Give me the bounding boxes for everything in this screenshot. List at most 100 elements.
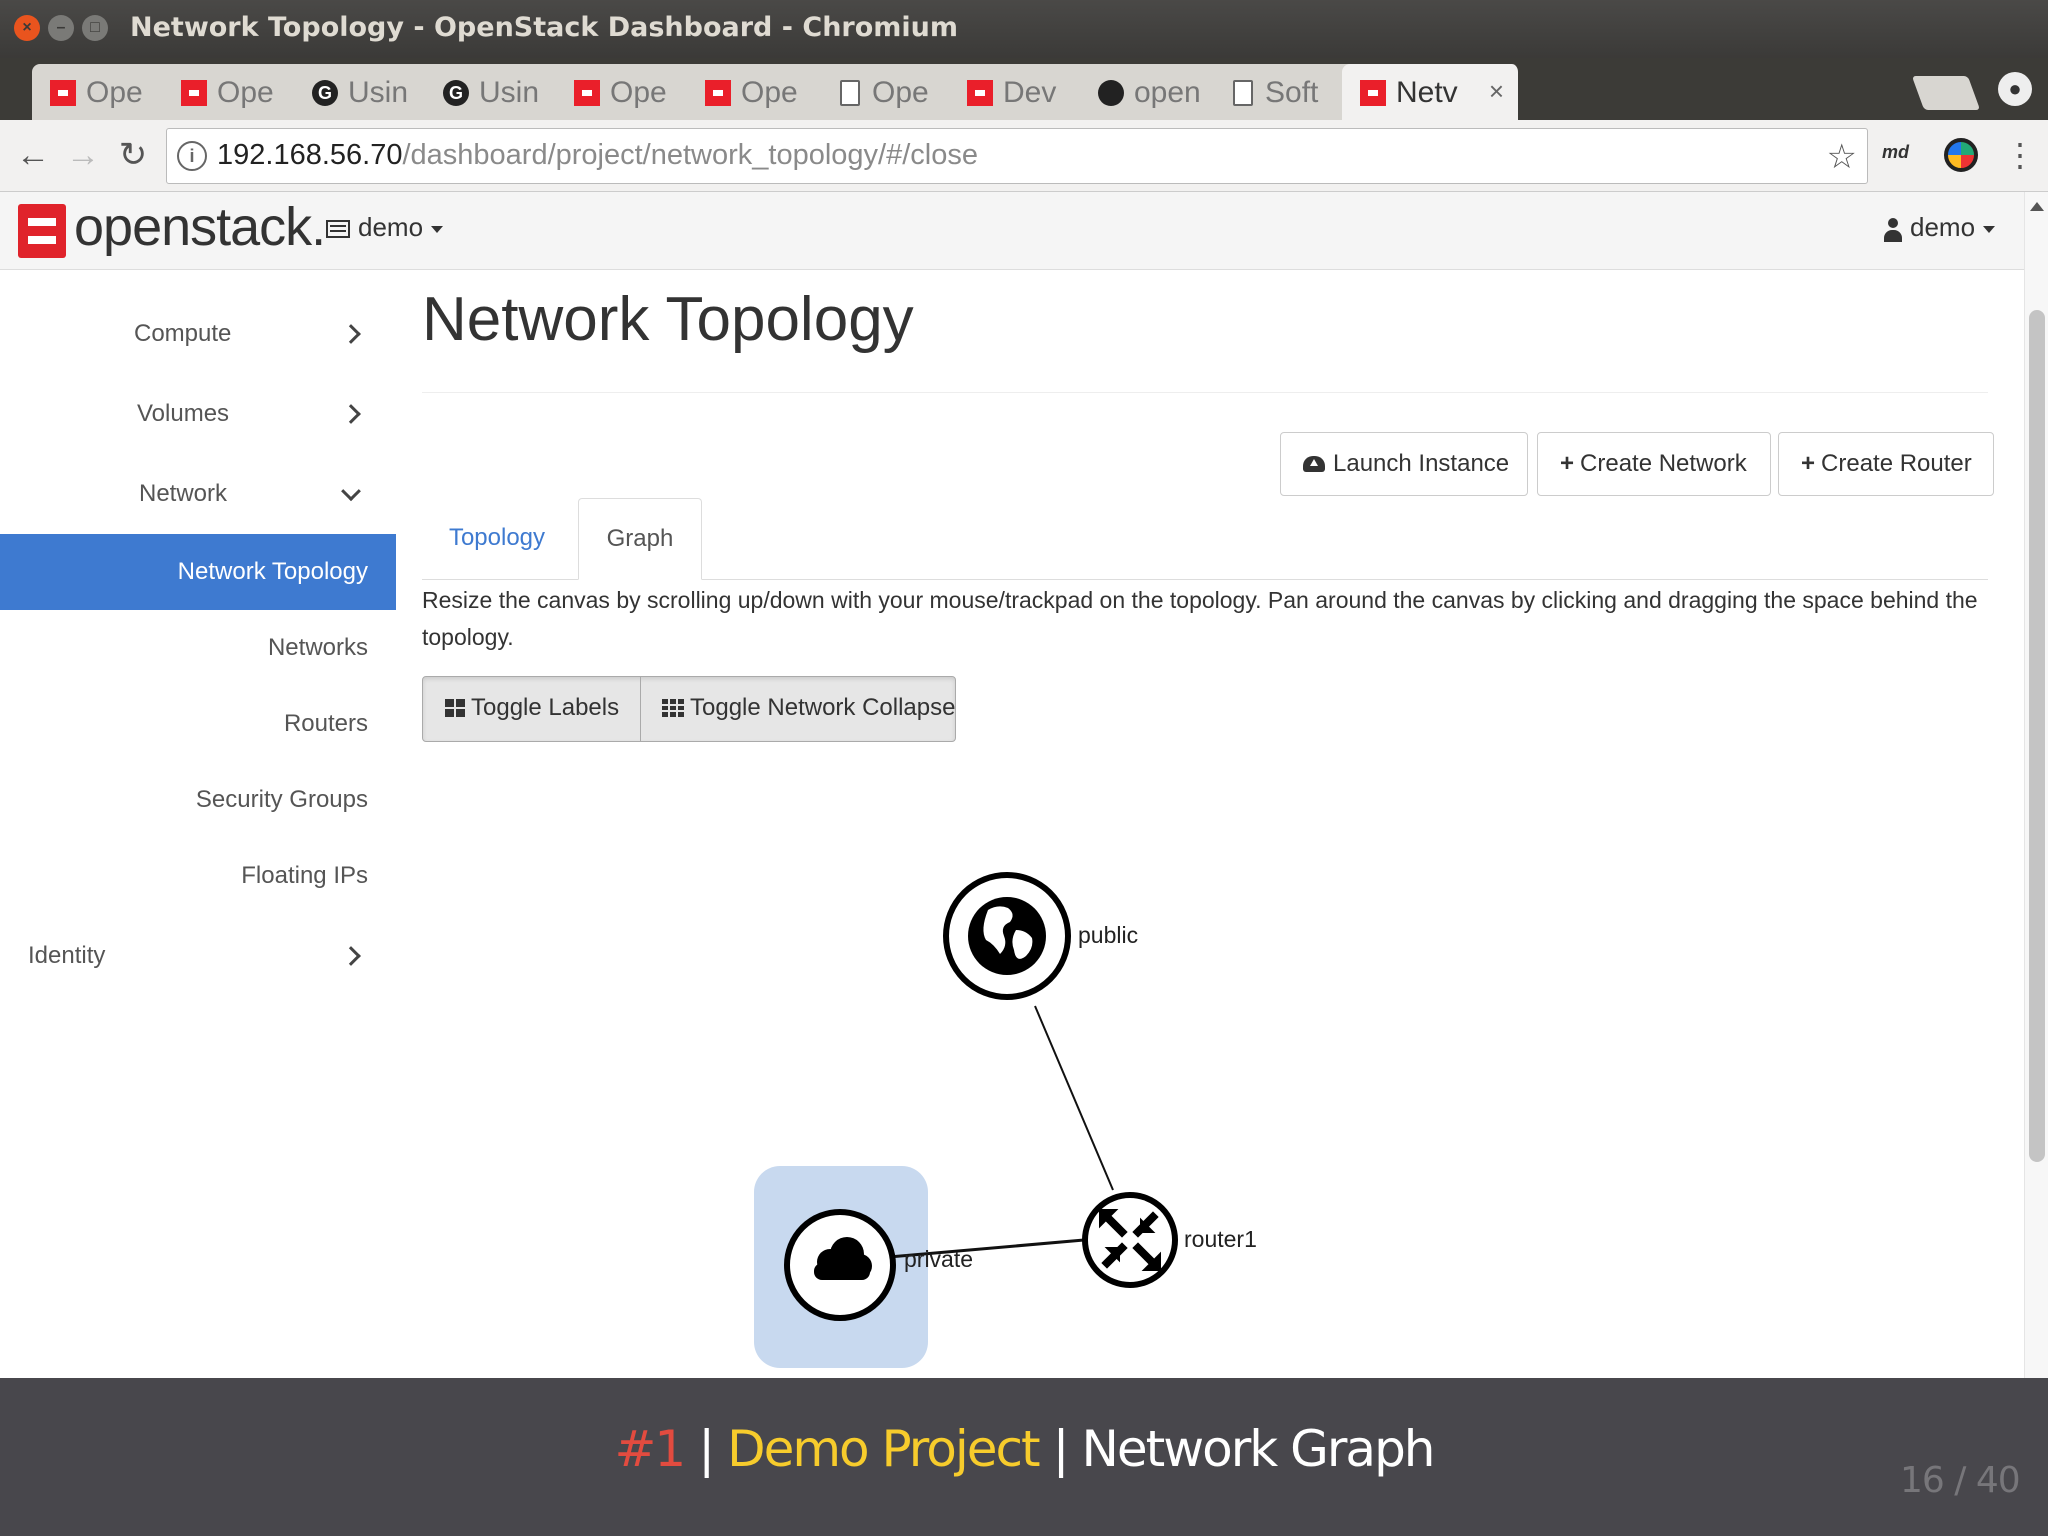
g-icon: G [443, 80, 469, 106]
main-content: Network Topology Launch Instance + Create… [396, 270, 2024, 1378]
project-icon [326, 220, 350, 238]
reload-icon: ↻ [118, 136, 148, 174]
tab-label: Ope [741, 76, 798, 109]
sidebar-item-routers[interactable]: Routers [0, 686, 396, 762]
node-public[interactable]: public [943, 872, 1138, 1000]
caption-separator: | [1052, 1420, 1070, 1478]
sidebar-item-label: Security Groups [195, 786, 368, 813]
sidebar-item-label: Networks [267, 634, 368, 661]
document-icon [1233, 80, 1253, 106]
sidebar-item-label: Compute [134, 320, 232, 347]
caret-down-icon [1983, 225, 1996, 233]
window-close-button[interactable]: × [14, 15, 40, 41]
tab-label: Usin [348, 76, 409, 109]
node-label-private: private [904, 1246, 973, 1272]
openstack-icon [1360, 80, 1386, 106]
minimize-icon: – [56, 19, 66, 36]
tab-label: open [1134, 76, 1201, 109]
scrollbar-thumb[interactable] [2029, 310, 2045, 1162]
globe-icon [968, 897, 1046, 975]
sidebar-item-compute[interactable]: Compute [0, 296, 396, 372]
topology-canvas[interactable]: public router1 private [396, 270, 2024, 1378]
openstack-icon [967, 80, 993, 106]
link-public-router1 [1034, 1005, 1114, 1191]
reload-button[interactable]: ↻ [108, 130, 158, 180]
sidebar-item-volumes[interactable]: Volumes [0, 376, 396, 452]
openstack-logo-icon[interactable] [18, 204, 66, 258]
window-titlebar: × – □ Network Topology - OpenStack Dashb… [0, 0, 2048, 58]
openstack-icon [50, 80, 76, 106]
browser-menu-icon[interactable]: ⋮ [2004, 136, 2036, 174]
sidebar: Compute Volumes Network Network Topology… [0, 270, 396, 1378]
markdown-extension-icon[interactable]: md [1882, 142, 1909, 163]
tab-label: Ope [872, 76, 929, 109]
caption-project: Demo Project [727, 1420, 1041, 1478]
tab-label: Soft [1265, 76, 1319, 109]
project-name: demo [358, 212, 424, 242]
page-scrollbar[interactable] [2024, 192, 2048, 1378]
openstack-icon [181, 80, 207, 106]
url-text[interactable]: 192.168.56.70/dashboard/project/network_… [217, 139, 978, 172]
url-host: 192.168.56.70 [217, 139, 403, 171]
sidebar-item-network[interactable]: Network [0, 456, 396, 532]
close-icon: × [22, 19, 32, 36]
extension-icon[interactable] [1944, 138, 1978, 172]
forward-arrow-icon: → [66, 136, 100, 174]
user-icon [1884, 218, 1902, 242]
url-path: /dashboard/project/network_topology/#/cl… [402, 139, 978, 171]
node-label-router1: router1 [1184, 1226, 1257, 1252]
address-bar[interactable]: i 192.168.56.70/dashboard/project/networ… [166, 128, 1868, 184]
project-dropdown[interactable]: demo [358, 212, 444, 243]
info-icon[interactable]: i [177, 141, 207, 171]
github-icon [1098, 80, 1124, 106]
caption-topic: Network Graph [1081, 1420, 1435, 1478]
sidebar-item-label: Network Topology [177, 558, 368, 585]
forward-button[interactable]: → [58, 130, 108, 180]
browser-tab-strip: Ope × Ope × G Usin × G Usin × Ope × Ope … [0, 58, 2048, 120]
scroll-up-arrow-icon[interactable] [2030, 202, 2044, 211]
tab-label: Dev [1003, 76, 1057, 109]
router1-node-ring [1082, 1192, 1178, 1288]
profile-icon[interactable]: ● [1998, 72, 2032, 106]
openstack-icon [574, 80, 600, 106]
window-maximize-button[interactable]: □ [82, 15, 108, 41]
chevron-right-icon [341, 946, 361, 966]
tab-label: Ope [217, 76, 274, 109]
user-dropdown[interactable]: demo [1910, 212, 1996, 243]
node-label-public: public [1078, 922, 1138, 948]
g-icon: G [312, 80, 338, 106]
node-router1[interactable]: router1 [1082, 1192, 1257, 1288]
tab-label: Usin [479, 76, 540, 109]
sidebar-item-label: Identity [28, 942, 106, 969]
sidebar-item-floating-ips[interactable]: Floating IPs [0, 838, 396, 914]
openstack-brand[interactable]: openstack. [74, 196, 326, 258]
back-arrow-icon: ← [16, 136, 50, 174]
sidebar-item-label: Network [139, 480, 228, 507]
browser-tab-active[interactable]: Netv × [1342, 64, 1520, 120]
sidebar-item-identity[interactable]: Identity [0, 918, 396, 994]
chevron-right-icon [341, 324, 361, 344]
sidebar-item-network-topology[interactable]: Network Topology [0, 534, 396, 610]
tab-close-icon[interactable]: × [1489, 76, 1504, 107]
maximize-icon: □ [90, 19, 100, 36]
node-private[interactable]: private [784, 1209, 973, 1321]
tab-label: Ope [610, 76, 667, 109]
back-button[interactable]: ← [8, 130, 58, 180]
sidebar-item-networks[interactable]: Networks [0, 610, 396, 686]
new-tab-button[interactable] [1911, 76, 1981, 110]
slide-footer: #1 | Demo Project | Network Graph 16 / 40 [0, 1378, 2048, 1536]
bookmark-star-icon[interactable]: ☆ [1827, 137, 1857, 177]
sidebar-item-label: Volumes [137, 400, 230, 427]
slide-caption: #1 | Demo Project | Network Graph [0, 1420, 2048, 1478]
tab-label: Ope [86, 76, 143, 109]
chevron-right-icon [341, 404, 361, 424]
browser-toolbar: ← → ↻ i 192.168.56.70/dashboard/project/… [0, 120, 2048, 192]
sidebar-item-security-groups[interactable]: Security Groups [0, 762, 396, 838]
openstack-icon [705, 80, 731, 106]
slide-page-counter: 16 / 40 [1900, 1460, 2021, 1501]
slide-number-tag: #1 [614, 1420, 687, 1478]
chevron-down-icon [341, 481, 361, 502]
caption-separator: | [698, 1420, 715, 1478]
window-minimize-button[interactable]: – [48, 15, 74, 41]
user-name: demo [1910, 212, 1976, 242]
